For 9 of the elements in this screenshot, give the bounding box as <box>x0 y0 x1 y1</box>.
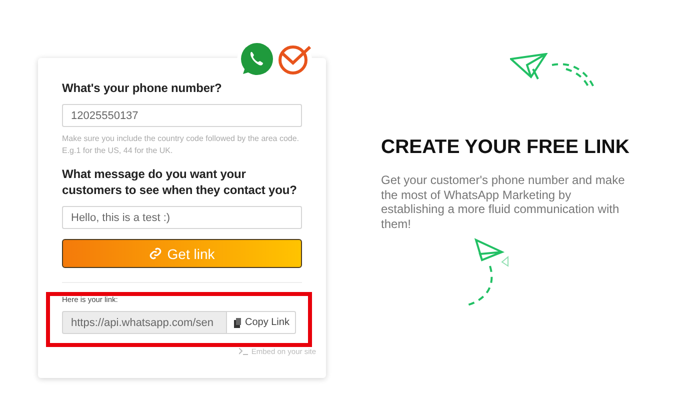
page-title: CREATE YOUR FREE LINK <box>381 136 630 159</box>
hint-text: Make sure you include the country code followed by the area code. E.g.1 for the US, 44 for the UK. <box>62 133 300 157</box>
link-field[interactable]: https://api.whatsapp.com/sen <box>62 311 227 334</box>
intro-text: Get your customer's phone number and make the most of WhatsApp Marketing by establishing a more fluid communication with them! <box>381 173 626 231</box>
copy-link-button[interactable]: Copy Link <box>227 311 296 334</box>
message-field[interactable]: Hello, this is a test :) <box>62 206 302 229</box>
field-label: What's your phone number? <box>62 80 223 96</box>
field-label: What message do you want your customers to see when they contact you? <box>62 166 298 198</box>
phone-field[interactable]: 12025550137 <box>62 104 302 127</box>
